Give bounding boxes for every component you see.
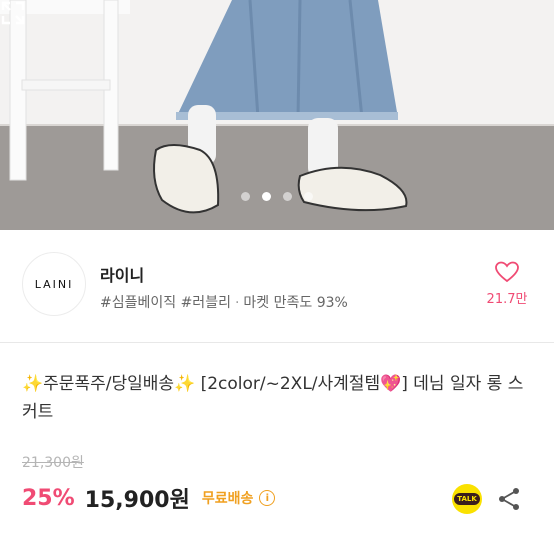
carousel-dot[interactable] (241, 192, 250, 201)
store-name[interactable]: 라이니 (100, 262, 144, 286)
carousel-dot-active[interactable] (262, 192, 271, 201)
sale-price: 15,900원 (84, 488, 190, 513)
product-photo[interactable] (0, 0, 554, 230)
shipping-label: 무료배송 (201, 491, 254, 507)
expand-icon[interactable] (0, 0, 26, 26)
store-logo[interactable]: LAINI (22, 252, 86, 316)
store-hashtags: #심플베이직 #러블리 (100, 295, 231, 311)
original-price: 21,300원 (22, 455, 84, 471)
like-count: 21.7만 (486, 292, 528, 307)
share-icon[interactable] (496, 486, 522, 512)
carousel-dot[interactable] (304, 192, 313, 201)
carousel-dot[interactable] (283, 192, 292, 201)
kakao-talk-icon: TALK (454, 493, 480, 505)
tag-separator: · (234, 295, 240, 311)
heart-icon (495, 261, 519, 283)
carousel-indicator (0, 192, 554, 204)
product-title: ✨주문폭주/당일배송✨ [2color/~2XL/사계절템💖] 데님 일자 롱 … (22, 374, 524, 422)
discount-rate: 25% (22, 485, 75, 511)
info-icon[interactable]: i (259, 490, 276, 506)
product-page: LAINI 라이니 #심플베이직 #러블리 · 마켓 만족도 93% 21.7만 ✨… (0, 0, 554, 554)
section-divider (0, 342, 554, 343)
price-row: 25% 15,900원 무료배송 i (22, 482, 276, 514)
store-tags: #심플베이직 #러블리 · 마켓 만족도 93% (100, 292, 348, 312)
seller-section[interactable]: LAINI 라이니 #심플베이직 #러블리 · 마켓 만족도 93% 21.7만 (0, 230, 554, 342)
market-satisfaction: 마켓 만족도 93% (243, 295, 348, 311)
like-button[interactable]: 21.7만 (480, 260, 534, 307)
kakao-talk-button[interactable]: TALK (452, 484, 482, 514)
